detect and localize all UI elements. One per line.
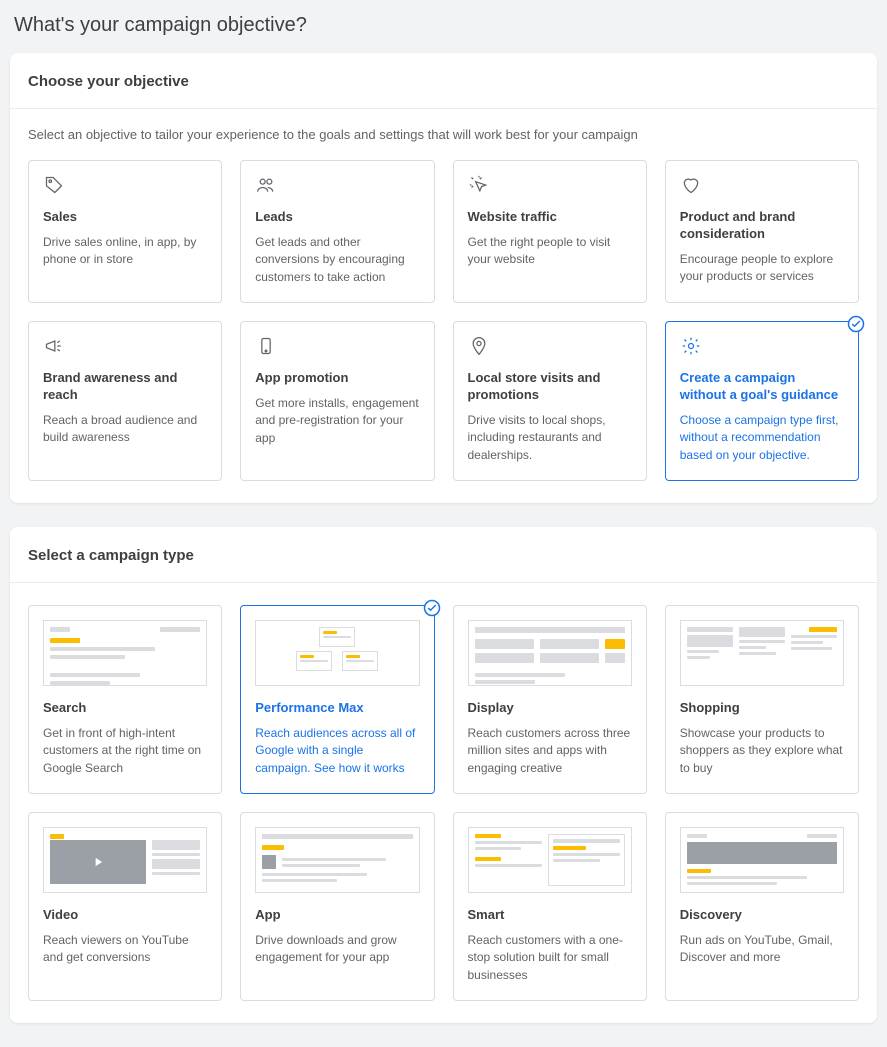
page-title: What's your campaign objective? [0, 0, 887, 53]
objective-subtext: Select an objective to tailor your exper… [10, 109, 877, 152]
card-desc: Choose a campaign type first, without a … [680, 412, 844, 464]
card-title: Display [468, 700, 632, 717]
card-desc: Drive sales online, in app, by phone or … [43, 234, 207, 269]
type-card-discovery[interactable]: Discovery Run ads on YouTube, Gmail, Dis… [665, 812, 859, 1001]
type-card-smart[interactable]: Smart Reach customers with a one-stop so… [453, 812, 647, 1001]
type-card-app[interactable]: App Drive downloads and grow engagement … [240, 812, 434, 1001]
card-title: App promotion [255, 370, 419, 387]
type-card-display[interactable]: Display Reach customers across three mil… [453, 605, 647, 794]
tag-icon [43, 175, 207, 197]
card-desc: Get in front of high-intent customers at… [43, 725, 207, 777]
objective-card-no-goal[interactable]: Create a campaign without a goal's guida… [665, 321, 859, 481]
smart-thumb [468, 827, 632, 893]
video-thumb [43, 827, 207, 893]
objective-card-app[interactable]: App promotion Get more installs, engagem… [240, 321, 434, 481]
card-title: Video [43, 907, 207, 924]
card-desc: Encourage people to explore your product… [680, 251, 844, 286]
objective-card-leads[interactable]: Leads Get leads and other conversions by… [240, 160, 434, 303]
card-title: App [255, 907, 419, 924]
search-thumb [43, 620, 207, 686]
click-icon [468, 175, 632, 197]
type-grid: Search Get in front of high-intent custo… [10, 583, 877, 1023]
card-desc: Run ads on YouTube, Gmail, Discover and … [680, 932, 844, 967]
display-thumb [468, 620, 632, 686]
check-icon [847, 315, 865, 333]
objective-card-local[interactable]: Local store visits and promotions Drive … [453, 321, 647, 481]
objective-card-sales[interactable]: Sales Drive sales online, in app, by pho… [28, 160, 222, 303]
check-icon [423, 599, 441, 617]
card-title: Leads [255, 209, 419, 226]
see-how-link[interactable]: See how it works [314, 761, 405, 775]
card-title: Sales [43, 209, 207, 226]
card-desc: Reach a broad audience and build awarene… [43, 412, 207, 447]
card-desc: Reach customers with a one-stop solution… [468, 932, 632, 984]
card-desc: Showcase your products to shoppers as th… [680, 725, 844, 777]
phone-icon [255, 336, 419, 358]
card-title: Shopping [680, 700, 844, 717]
card-title: Product and brand consideration [680, 209, 844, 243]
objective-card-consideration[interactable]: Product and brand consideration Encourag… [665, 160, 859, 303]
discovery-thumb [680, 827, 844, 893]
megaphone-icon [43, 336, 207, 358]
card-desc: Get leads and other conversions by encou… [255, 234, 419, 286]
objective-grid: Sales Drive sales online, in app, by pho… [10, 152, 877, 503]
card-title: Search [43, 700, 207, 717]
type-card-search[interactable]: Search Get in front of high-intent custo… [28, 605, 222, 794]
shopping-thumb [680, 620, 844, 686]
type-header: Select a campaign type [10, 527, 877, 583]
app-thumb [255, 827, 419, 893]
card-title: Discovery [680, 907, 844, 924]
objective-header: Choose your objective [10, 53, 877, 109]
type-card-pmax[interactable]: Performance Max Reach audiences across a… [240, 605, 434, 794]
card-desc: Get the right people to visit your websi… [468, 234, 632, 269]
type-card-shopping[interactable]: Shopping Showcase your products to shopp… [665, 605, 859, 794]
pin-icon [468, 336, 632, 358]
type-panel: Select a campaign type Search Get in fro… [10, 527, 877, 1023]
card-title: Local store visits and promotions [468, 370, 632, 404]
card-desc: Reach viewers on YouTube and get convers… [43, 932, 207, 967]
pmax-thumb [255, 620, 419, 686]
gear-icon [680, 336, 844, 358]
card-title: Create a campaign without a goal's guida… [680, 370, 844, 404]
card-title: Website traffic [468, 209, 632, 226]
card-desc: Drive downloads and grow engagement for … [255, 932, 419, 967]
objective-panel: Choose your objective Select an objectiv… [10, 53, 877, 503]
card-title: Brand awareness and reach [43, 370, 207, 404]
objective-card-awareness[interactable]: Brand awareness and reach Reach a broad … [28, 321, 222, 481]
type-card-video[interactable]: Video Reach viewers on YouTube and get c… [28, 812, 222, 1001]
card-title: Performance Max [255, 700, 419, 717]
card-desc: Reach customers across three million sit… [468, 725, 632, 777]
card-desc: Reach audiences across all of Google wit… [255, 725, 419, 777]
people-icon [255, 175, 419, 197]
objective-card-traffic[interactable]: Website traffic Get the right people to … [453, 160, 647, 303]
card-desc: Drive visits to local shops, including r… [468, 412, 632, 464]
card-title: Smart [468, 907, 632, 924]
card-desc: Get more installs, engagement and pre-re… [255, 395, 419, 447]
heart-icon [680, 175, 844, 197]
